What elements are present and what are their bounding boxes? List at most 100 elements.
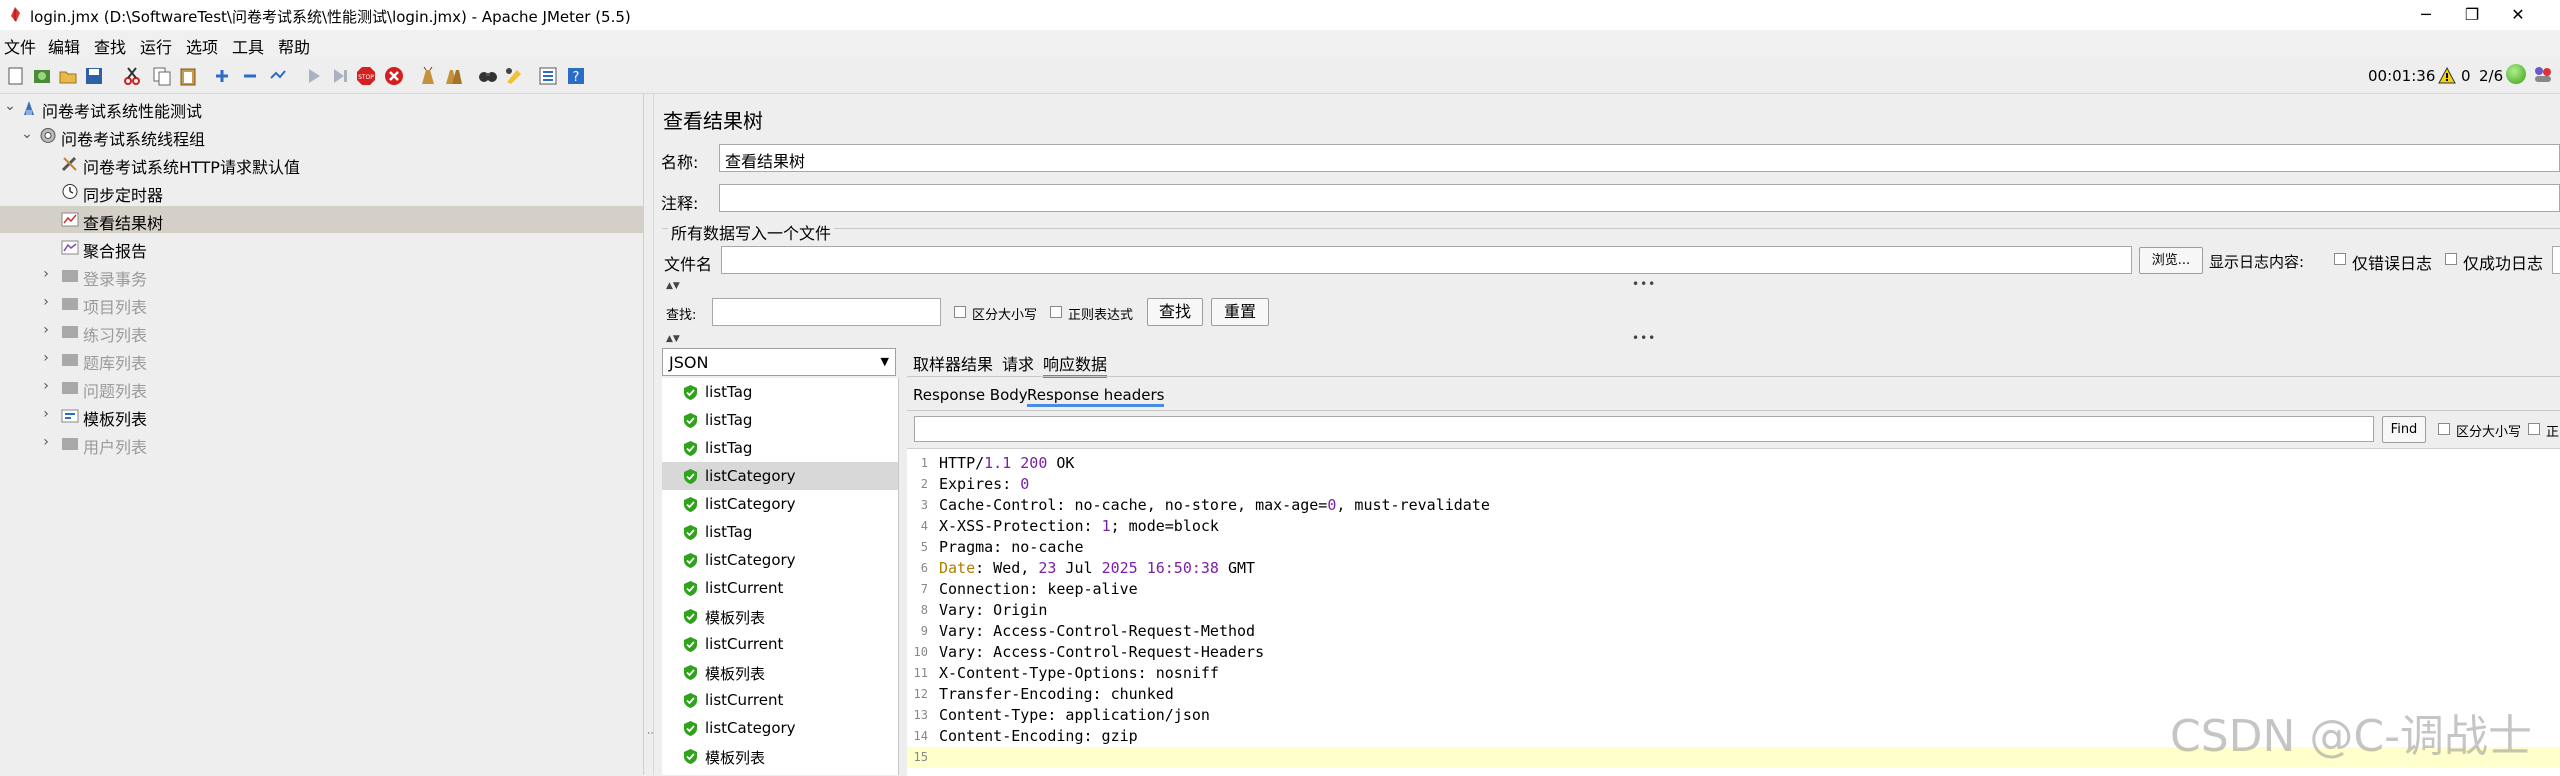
browse-button[interactable]: 浏览...	[2139, 247, 2203, 274]
menu-search[interactable]: 查找	[94, 34, 126, 58]
test-plan-icon	[24, 101, 34, 115]
chevron-right-icon[interactable]: ›	[39, 434, 53, 450]
open-icon[interactable]	[58, 66, 78, 86]
comment-field[interactable]	[719, 184, 2560, 212]
tree-node-project-list[interactable]: › 项目列表	[0, 290, 643, 317]
chevron-down-icon[interactable]: ⌄	[20, 126, 34, 142]
collapse-arrows-icon[interactable]: ▲▼	[666, 334, 680, 344]
tree-node-template-list[interactable]: › 模板列表	[0, 402, 643, 429]
header-text: HTTP/1.1 200 OK	[939, 454, 1075, 472]
tree-node-user-list[interactable]: › 用户列表	[0, 430, 643, 457]
tree-node-login-transaction[interactable]: › 登录事务	[0, 262, 643, 289]
menu-options[interactable]: 选项	[186, 34, 218, 58]
result-row[interactable]: listCurrent	[662, 686, 898, 714]
collapse-arrows-icon[interactable]: ▲▼	[666, 281, 680, 291]
start-icon[interactable]	[304, 66, 324, 86]
tree-node-question-bank-list[interactable]: › 题库列表	[0, 346, 643, 373]
templates-icon[interactable]	[32, 66, 52, 86]
chevron-right-icon[interactable]: ›	[39, 350, 53, 366]
tree-node-thread-group[interactable]: ⌄ 问卷考试系统线程组	[0, 122, 643, 149]
paste-icon[interactable]	[178, 66, 198, 86]
dropdown-arrow-icon[interactable]: ▼	[881, 355, 889, 368]
response-regex-checkbox[interactable]	[2528, 423, 2540, 435]
response-search-input[interactable]	[914, 416, 2374, 442]
configure-button[interactable]	[2552, 246, 2560, 274]
minimize-button[interactable]: ─	[2403, 0, 2449, 30]
result-row[interactable]: listCurrent	[662, 630, 898, 658]
tab-response-data[interactable]: 响应数据	[1043, 351, 1108, 378]
tree-node-view-results-tree[interactable]: 查看结果树	[0, 206, 643, 233]
result-row[interactable]: listCategory	[662, 490, 898, 518]
menu-edit[interactable]: 编辑	[48, 34, 80, 58]
warning-icon[interactable]	[2438, 67, 2456, 84]
result-row[interactable]: 模板列表	[662, 658, 898, 686]
result-row[interactable]: listTag	[662, 378, 898, 406]
tab-sampler-result[interactable]: 取样器结果	[913, 351, 993, 375]
tree-node-sync-timer[interactable]: 同步定时器	[0, 178, 643, 205]
tree-node-http-defaults[interactable]: 问卷考试系统HTTP请求默认值	[0, 150, 643, 177]
clear-all-icon[interactable]	[444, 66, 464, 86]
tree-node-test-plan[interactable]: ⌄ 问卷考试系统性能测试	[0, 94, 643, 121]
errors-only-checkbox[interactable]	[2334, 253, 2346, 265]
line-number: 14	[913, 729, 928, 743]
renderer-dropdown[interactable]: JSON ▼	[662, 348, 896, 376]
tab-response-headers[interactable]: Response headers	[1027, 386, 1165, 407]
save-icon[interactable]	[84, 66, 104, 86]
tab-response-body[interactable]: Response Body	[913, 386, 1028, 404]
chevron-right-icon[interactable]: ›	[39, 322, 53, 338]
case-sensitive-checkbox[interactable]	[954, 306, 966, 318]
result-row-selected[interactable]: listCategory	[662, 462, 898, 490]
toggle-icon[interactable]	[268, 66, 288, 86]
result-row[interactable]: listCategory	[662, 714, 898, 742]
filename-field[interactable]	[721, 246, 2132, 274]
chevron-right-icon[interactable]: ›	[39, 266, 53, 282]
find-button[interactable]: 查找	[1147, 298, 1203, 326]
result-row[interactable]: listTag	[662, 434, 898, 462]
tree-node-question-list[interactable]: › 问题列表	[0, 374, 643, 401]
tree-node-aggregate-report[interactable]: 聚合报告	[0, 234, 643, 261]
reset-button[interactable]: 重置	[1211, 298, 1269, 326]
result-row[interactable]: listCurrent	[662, 574, 898, 602]
collapse-icon[interactable]	[240, 66, 260, 86]
start-no-pause-icon[interactable]	[330, 66, 350, 86]
clear-icon[interactable]	[418, 66, 438, 86]
stop-icon[interactable]: STOP	[356, 66, 376, 86]
close-button[interactable]: ✕	[2495, 0, 2541, 30]
name-field[interactable]: 查看结果树	[719, 144, 2560, 172]
result-row[interactable]: 模板列表	[662, 602, 898, 630]
maximize-button[interactable]: ❐	[2449, 0, 2495, 30]
result-row[interactable]: listTag	[662, 406, 898, 434]
new-icon[interactable]	[6, 66, 26, 86]
copy-icon[interactable]	[152, 66, 172, 86]
vertical-splitter[interactable]	[644, 94, 654, 775]
chevron-right-icon[interactable]: ›	[39, 378, 53, 394]
menu-run[interactable]: 运行	[140, 34, 172, 58]
response-regex-label: 正	[2546, 425, 2560, 440]
response-case-checkbox[interactable]	[2438, 423, 2450, 435]
result-row[interactable]: listTag	[662, 518, 898, 546]
tree-node-practice-list[interactable]: › 练习列表	[0, 318, 643, 345]
expand-icon[interactable]	[212, 66, 232, 86]
divider-grip-icon[interactable]: •••	[1632, 277, 1656, 291]
result-row[interactable]: listCategory	[662, 546, 898, 574]
regex-checkbox[interactable]	[1050, 306, 1062, 318]
search-input[interactable]	[712, 298, 941, 326]
divider-grip-icon[interactable]: •••	[1632, 331, 1656, 345]
chevron-down-icon[interactable]: ⌄	[3, 98, 17, 114]
chevron-right-icon[interactable]: ›	[39, 406, 53, 422]
chevron-right-icon[interactable]: ›	[39, 294, 53, 310]
reset-search-icon[interactable]	[504, 66, 524, 86]
help-icon[interactable]: ?	[566, 66, 586, 86]
tab-request[interactable]: 请求	[1002, 351, 1034, 375]
function-helper-icon[interactable]	[538, 66, 558, 86]
shutdown-icon[interactable]	[384, 66, 404, 86]
cut-icon[interactable]	[122, 66, 142, 86]
success-only-checkbox[interactable]	[2445, 253, 2457, 265]
result-row[interactable]: 模板列表	[662, 742, 898, 770]
controller-icon	[62, 354, 78, 366]
search-icon[interactable]	[478, 66, 498, 86]
response-find-button[interactable]: Find	[2382, 416, 2426, 443]
menu-help[interactable]: 帮助	[278, 34, 310, 58]
menu-file[interactable]: 文件	[4, 34, 36, 58]
menu-tools[interactable]: 工具	[232, 34, 264, 58]
